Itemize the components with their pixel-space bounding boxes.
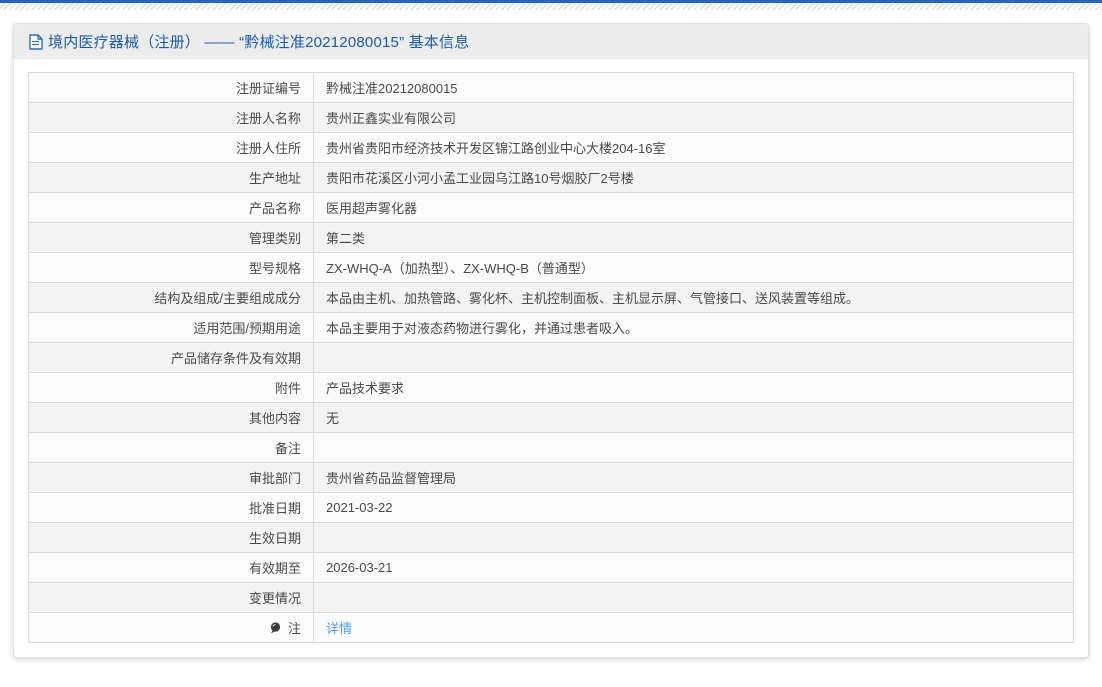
table-row: 注册证编号 黔械注准20212080015 [28, 72, 1074, 103]
row-label: 管理类别 [248, 231, 301, 246]
table-row: 型号规格 ZX-WHQ-A（加热型）、ZX-WHQ-B（普通型） [28, 252, 1074, 283]
table-row: 注 详情 [28, 612, 1074, 643]
row-label: 型号规格 [248, 261, 301, 276]
row-value: 本品主要用于对液态药物进行雾化，并通过患者吸入。 [326, 321, 639, 336]
registration-table: 注册证编号 黔械注准20212080015 注册人名称 贵州正鑫实业有限公司 注… [28, 72, 1074, 643]
table-row: 生效日期 [28, 522, 1074, 553]
row-label: 备注 [274, 441, 301, 456]
row-value: 贵州省药品监督管理局 [326, 471, 457, 486]
table-row: 注册人名称 贵州正鑫实业有限公司 [28, 102, 1074, 133]
detail-link[interactable]: 详情 [326, 621, 352, 636]
row-label: 批准日期 [248, 501, 301, 516]
row-value: 产品技术要求 [326, 381, 405, 396]
table-row: 适用范围/预期用途 本品主要用于对液态药物进行雾化，并通过患者吸入。 [28, 312, 1074, 343]
table-row: 有效期至 2026-03-21 [28, 552, 1074, 583]
row-label: 结构及组成/主要组成成分 [154, 291, 301, 306]
row-value: ZX-WHQ-A（加热型）、ZX-WHQ-B（普通型） [326, 261, 594, 276]
row-value: 黔械注准20212080015 [326, 81, 458, 96]
row-label: 有效期至 [248, 561, 301, 576]
table-row: 产品名称 医用超声雾化器 [28, 192, 1074, 223]
table-row: 备注 [28, 432, 1074, 463]
row-value: 2026-03-21 [326, 560, 393, 575]
row-value: 贵州正鑫实业有限公司 [326, 111, 457, 126]
table-row: 审批部门 贵州省药品监督管理局 [28, 462, 1074, 493]
row-label: 附件 [274, 381, 301, 396]
row-label: 注册人名称 [235, 111, 301, 126]
row-label: 审批部门 [248, 471, 301, 486]
table-row: 变更情况 [28, 582, 1074, 613]
row-label: 产品名称 [248, 201, 301, 216]
row-label: 注册证编号 [235, 81, 301, 96]
table-row: 其他内容 无 [28, 402, 1074, 433]
table-row: 附件 产品技术要求 [28, 372, 1074, 403]
registration-card: 境内医疗器械（注册） —— “黔械注准20212080015” 基本信息 注册证… [13, 23, 1089, 658]
table-row: 生产地址 贵阳市花溪区小河小孟工业园乌江路10号烟胶厂2号楼 [28, 162, 1074, 193]
row-label: 生效日期 [248, 531, 301, 546]
page-title: 境内医疗器械（注册） —— “黔械注准20212080015” 基本信息 [48, 34, 470, 51]
row-label: 生产地址 [248, 171, 301, 186]
row-value: 2021-03-22 [326, 500, 393, 515]
row-label: 产品储存条件及有效期 [170, 351, 301, 366]
row-value: 医用超声雾化器 [326, 201, 418, 216]
table-body: 注册证编号 黔械注准20212080015 注册人名称 贵州正鑫实业有限公司 注… [28, 72, 1074, 643]
table-row: 注册人住所 贵州省贵阳市经济技术开发区锦江路创业中心大楼204-16室 [28, 132, 1074, 163]
row-label: 变更情况 [248, 591, 301, 606]
table-row: 产品储存条件及有效期 [28, 342, 1074, 373]
card-header: 境内医疗器械（注册） —— “黔械注准20212080015” 基本信息 [14, 24, 1088, 59]
row-value: 第二类 [326, 231, 366, 246]
row-label: 注册人住所 [235, 141, 301, 156]
document-icon [28, 33, 43, 50]
row-value: 贵州省贵阳市经济技术开发区锦江路创业中心大楼204-16室 [326, 141, 666, 156]
table-row: 管理类别 第二类 [28, 222, 1074, 253]
row-label: 注 [287, 621, 301, 636]
table-row: 批准日期 2021-03-22 [28, 492, 1074, 523]
row-value: 贵阳市花溪区小河小孟工业园乌江路10号烟胶厂2号楼 [326, 171, 634, 186]
row-label: 其他内容 [248, 411, 301, 426]
table-row: 结构及组成/主要组成成分 本品由主机、加热管路、雾化杯、主机控制面板、主机显示屏… [28, 282, 1074, 313]
hatch-pattern-strip [0, 3, 1102, 10]
row-value: 无 [326, 411, 340, 426]
note-icon [270, 622, 281, 637]
row-value: 本品由主机、加热管路、雾化杯、主机控制面板、主机显示屏、气管接口、送风装置等组成… [326, 291, 860, 306]
row-label: 适用范围/预期用途 [193, 321, 301, 336]
